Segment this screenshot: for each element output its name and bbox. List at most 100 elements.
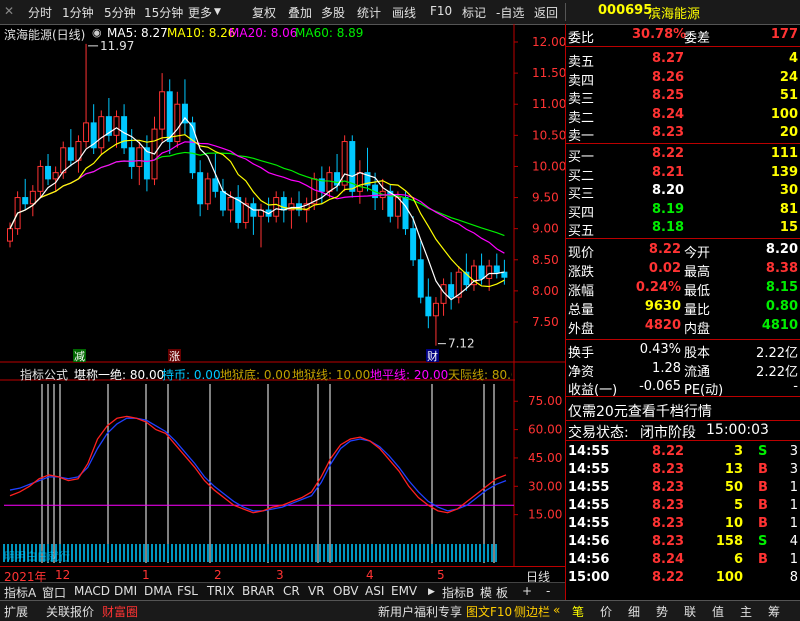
collapse-icon[interactable]: « bbox=[553, 603, 560, 617]
tab-dmi[interactable]: DMI bbox=[114, 584, 137, 598]
stock-name: 滨海能源 bbox=[648, 7, 701, 22]
tab-trix[interactable]: TRIX bbox=[207, 584, 234, 598]
tabs-scroll-icon[interactable]: ▶ bbox=[428, 587, 435, 597]
price-tick-label: 8.50 bbox=[532, 253, 559, 267]
stat2-value: - bbox=[793, 379, 798, 394]
price-tick-label: 11.00 bbox=[532, 97, 565, 111]
right-tab-3[interactable]: 细 bbox=[628, 603, 640, 620]
axis-month-12: 12 bbox=[55, 568, 71, 582]
tick-volume: 3 bbox=[733, 444, 743, 459]
right-tab-7[interactable]: 主 bbox=[740, 603, 752, 620]
indicator-sky: 天际线: 80.0 bbox=[448, 368, 512, 382]
tab-cr[interactable]: CR bbox=[283, 584, 300, 598]
indicator-bottom1: 地狱底: 0.00 bbox=[220, 368, 291, 382]
tab-fsl[interactable]: FSL bbox=[177, 584, 198, 598]
stat-value: 8.22 bbox=[648, 242, 681, 257]
candle-body bbox=[166, 91, 173, 143]
axis-month-2: 2 bbox=[214, 568, 222, 582]
right-tab-2[interactable]: 价 bbox=[600, 603, 612, 620]
status-bar: 扩展 关联报价 财富圈 新用户福利专享 图文F10 侧边栏 « 笔 价 细 势 … bbox=[0, 600, 800, 621]
zoom-out-button[interactable]: - bbox=[546, 584, 550, 598]
tab-asi[interactable]: ASI bbox=[365, 584, 384, 598]
stat-label: 量比 bbox=[684, 303, 711, 318]
status-f10[interactable]: 图文F10 bbox=[466, 603, 512, 620]
tab-indicator-b[interactable]: 指标B bbox=[442, 584, 474, 601]
price-tick-label: 7.50 bbox=[532, 315, 559, 329]
tick-price: 8.23 bbox=[652, 462, 685, 477]
tab-1min[interactable]: 1分钟 bbox=[62, 4, 94, 21]
tab-window[interactable]: 窗口 bbox=[42, 584, 66, 601]
buy-level-price: 8.19 bbox=[652, 201, 685, 217]
zoom-in-button[interactable]: + bbox=[522, 584, 532, 598]
tab-brar[interactable]: BRAR bbox=[242, 584, 275, 598]
right-tab-5[interactable]: 联 bbox=[684, 603, 696, 620]
right-tab-8[interactable]: 筹 bbox=[768, 603, 780, 620]
tick-count: 1 bbox=[789, 498, 798, 513]
weibi-label: 委比 bbox=[568, 31, 595, 46]
stat2-value: -0.065 bbox=[639, 379, 681, 394]
trade-status: 闭市阶段 bbox=[640, 425, 696, 441]
chart-settings-icon[interactable]: ◉ bbox=[92, 26, 102, 39]
tab-emv[interactable]: EMV bbox=[391, 584, 417, 598]
stat-label: 最低 bbox=[684, 284, 711, 299]
tab-vr[interactable]: VR bbox=[308, 584, 325, 598]
zixuan-button[interactable]: -自选 bbox=[496, 4, 524, 21]
chart-area[interactable]: 12.00 11.50 11.00 10.50 10.00 9.50 9.00 8.50 8.0… bbox=[0, 24, 565, 569]
weicha-value: 177 bbox=[770, 27, 798, 42]
ma60-line bbox=[9, 151, 505, 237]
price-tick-label: 8.00 bbox=[532, 284, 559, 298]
tongji-button[interactable]: 统计 bbox=[357, 4, 381, 21]
axis-month-1: 1 bbox=[142, 568, 150, 582]
fuquan-button[interactable]: 复权 bbox=[252, 4, 276, 21]
ma20-label: MA20: 8.06 bbox=[229, 26, 298, 40]
duogu-button[interactable]: 多股 bbox=[321, 4, 345, 21]
tab-more[interactable]: 更多 bbox=[188, 4, 212, 21]
tick-price: 8.22 bbox=[652, 570, 685, 585]
tab-macd[interactable]: MACD bbox=[74, 584, 110, 598]
right-tab-1[interactable]: 笔 bbox=[572, 603, 584, 620]
huaxian-button[interactable]: 画线 bbox=[392, 4, 416, 21]
candle-body bbox=[197, 172, 204, 205]
more-dropdown-icon[interactable]: ▼ bbox=[214, 7, 221, 17]
tab-dma[interactable]: DMA bbox=[144, 584, 172, 598]
candle-body bbox=[67, 147, 74, 161]
status-related[interactable]: 关联报价 bbox=[46, 603, 94, 620]
tick-time: 14:55 bbox=[568, 498, 610, 513]
f10-button[interactable]: F10 bbox=[430, 4, 452, 18]
fanhui-button[interactable]: 返回 bbox=[534, 4, 558, 21]
stat-label: 现价 bbox=[568, 246, 595, 261]
status-wealth[interactable]: 财富圈 bbox=[102, 603, 138, 620]
tab-template-2[interactable]: 板 bbox=[496, 584, 508, 601]
price-tick-label: 11.50 bbox=[532, 66, 565, 80]
biaoji-button[interactable]: 标记 bbox=[462, 4, 486, 21]
tab-fenshi[interactable]: 分时 bbox=[28, 4, 52, 21]
tab-indicator-a[interactable]: 指标A bbox=[4, 584, 36, 601]
tick-count: 4 bbox=[789, 534, 798, 549]
tab-template-1[interactable]: 模 bbox=[480, 584, 492, 601]
diejia-button[interactable]: 叠加 bbox=[288, 4, 312, 21]
tick-time: 14:56 bbox=[568, 534, 610, 549]
signal-cai: 财 bbox=[427, 349, 438, 363]
status-extend[interactable]: 扩展 bbox=[4, 603, 28, 620]
kline-chart[interactable]: 12.00 11.50 11.00 10.50 10.00 9.50 9.00 8.50 8.0… bbox=[0, 24, 565, 569]
right-tab-4[interactable]: 势 bbox=[656, 603, 668, 620]
stat-label: 内盘 bbox=[684, 322, 711, 337]
indicator-tick-label: 45.00 bbox=[528, 451, 562, 465]
promo-text[interactable]: 仅需20元查看千档行情 bbox=[568, 401, 712, 421]
candle-body bbox=[341, 141, 348, 186]
tab-15min[interactable]: 15分钟 bbox=[144, 4, 183, 21]
tab-5min[interactable]: 5分钟 bbox=[104, 4, 136, 21]
sell-level-price: 8.24 bbox=[652, 106, 685, 122]
right-tab-6[interactable]: 值 bbox=[712, 603, 724, 620]
sell-level-label: 卖三 bbox=[568, 92, 595, 107]
status-promo[interactable]: 新用户福利专享 bbox=[378, 603, 462, 620]
tick-time: 14:56 bbox=[568, 552, 610, 567]
candle-body bbox=[219, 190, 226, 211]
tick-side: B bbox=[758, 462, 768, 477]
status-side[interactable]: 侧边栏 bbox=[514, 603, 550, 620]
close-icon[interactable]: ✕ bbox=[4, 4, 14, 18]
indicator-name[interactable]: 指标公式 bbox=[20, 366, 68, 383]
tab-obv[interactable]: OBV bbox=[333, 584, 359, 598]
tick-volume: 100 bbox=[715, 570, 743, 585]
toolbar-divider bbox=[565, 3, 566, 21]
